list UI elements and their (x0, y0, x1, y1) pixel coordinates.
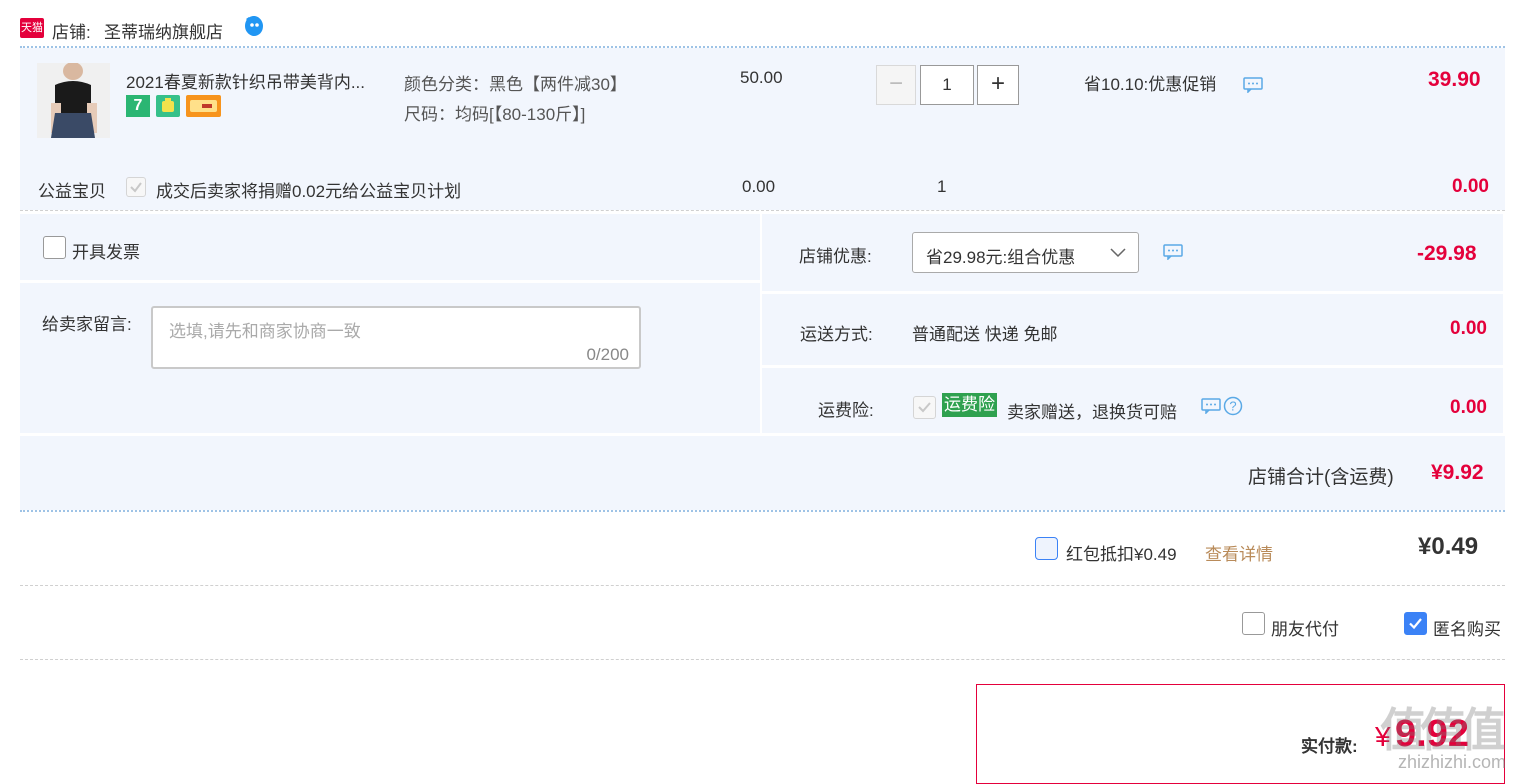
item-subtotal: 39.90 (1428, 68, 1481, 91)
redpacket-amount: ¥0.49 (1418, 533, 1479, 560)
watermark-logo: 值值值 (1380, 704, 1506, 756)
divider (20, 585, 1505, 586)
shop-total-label: 店铺合计(含运费) (1248, 467, 1394, 488)
shop-discount-selected: 省29.98元:组合优惠 (926, 248, 1076, 267)
invoice-label[interactable]: 开具发票 (72, 238, 140, 263)
message-placeholder: 选填,请先和商家协商一致 (169, 322, 361, 341)
comment-icon[interactable] (1243, 77, 1263, 94)
quantity-input[interactable]: 1 (920, 65, 974, 105)
charity-checkbox (126, 177, 146, 197)
comment-icon[interactable] (1163, 244, 1183, 261)
promo-text: 省10.10:优惠促销 (1084, 75, 1217, 94)
invoice-checkbox[interactable] (43, 236, 66, 259)
badge-card-icon (186, 95, 221, 117)
redpacket-label[interactable]: 红包抵扣¥0.49 (1066, 540, 1177, 565)
quantity-increase-button[interactable]: + (977, 65, 1019, 105)
message-textarea[interactable]: 选填,请先和商家协商一致 0/200 (151, 306, 641, 369)
payment-label: 实付款: (1301, 737, 1358, 756)
redpacket-checkbox[interactable] (1035, 537, 1058, 560)
insurance-label: 运费险: (818, 401, 874, 420)
divider (20, 659, 1505, 660)
spec-color: 颜色分类：黑色【两件减30】 (404, 75, 627, 94)
tmall-logo-icon: 天猫 (20, 18, 44, 38)
charity-quantity: 1 (937, 177, 947, 196)
help-question-icon[interactable]: ? (1223, 396, 1243, 416)
wangwang-chat-icon[interactable] (242, 14, 266, 38)
watermark-site: zhizhizhi.com (1398, 752, 1507, 772)
insurance-tag: 运费险 (942, 393, 997, 417)
shipping-amount: 0.00 (1450, 318, 1487, 339)
anonymous-label[interactable]: 匿名购买 (1433, 615, 1501, 640)
friend-pay-checkbox[interactable] (1242, 612, 1265, 635)
shop-label: 店铺: (52, 23, 91, 42)
charity-price: 0.00 (742, 177, 776, 196)
badge-guarantee-icon (156, 95, 180, 117)
shipping-label: 运送方式: (800, 325, 873, 344)
shipping-value: 普通配送 快递 免邮 (912, 325, 1058, 344)
badge-seven-day-icon: 7 (126, 95, 150, 117)
shipping-panel (762, 294, 1503, 365)
charity-label: 公益宝贝 (38, 182, 106, 201)
comment-icon[interactable] (1201, 398, 1221, 415)
shop-name[interactable]: 圣蒂瑞纳旗舰店 (104, 18, 223, 43)
message-label: 给卖家留言: (42, 315, 132, 334)
unit-price: 50.00 (740, 68, 783, 87)
spec-size: 尺码：均码[【80-130斤】] (404, 105, 586, 124)
chevron-down-icon (1109, 246, 1127, 260)
divider (20, 510, 1505, 512)
shop-total-amount: ¥9.92 (1431, 461, 1484, 484)
friend-pay-label[interactable]: 朋友代付 (1271, 615, 1339, 640)
message-counter: 0/200 (586, 345, 629, 364)
insurance-text: 卖家赠送，退换货可赔 (1007, 403, 1177, 422)
charity-text: 成交后卖家将捐赠0.02元给公益宝贝计划 (156, 182, 462, 201)
redpacket-detail-link[interactable]: 查看详情 (1205, 540, 1273, 565)
quantity-decrease-button[interactable]: − (876, 65, 916, 105)
shop-discount-amount: -29.98 (1417, 242, 1477, 265)
shop-discount-select[interactable]: 省29.98元:组合优惠 (912, 232, 1139, 273)
insurance-amount: 0.00 (1450, 397, 1487, 418)
charity-subtotal: 0.00 (1452, 176, 1489, 197)
divider (20, 210, 1505, 211)
product-thumbnail[interactable] (37, 63, 110, 138)
anonymous-checkbox[interactable] (1404, 612, 1427, 635)
product-title[interactable]: 2021春夏新款针织吊带美背内... (126, 68, 365, 93)
shop-discount-label: 店铺优惠: (799, 247, 872, 266)
insurance-checkbox (913, 396, 936, 419)
svg-text:?: ? (1229, 399, 1236, 414)
